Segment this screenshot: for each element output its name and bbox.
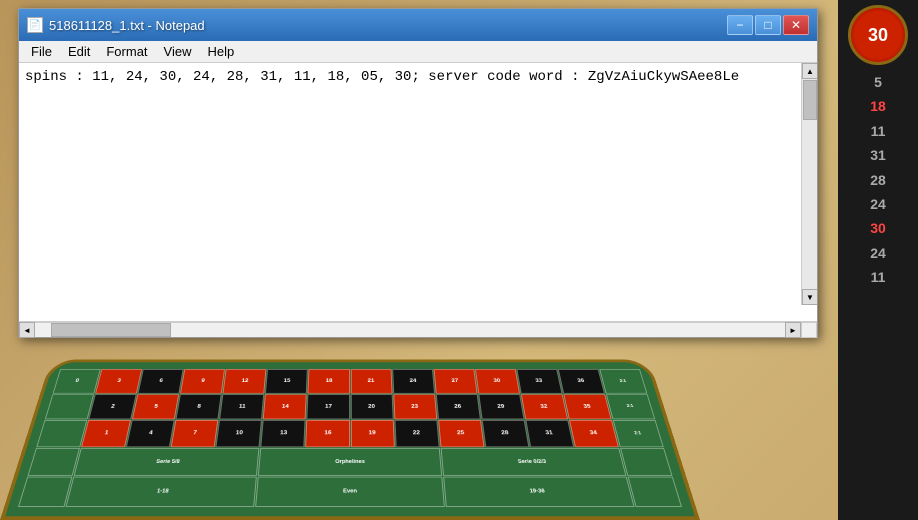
roulette-cell: 28 — [482, 420, 529, 447]
roulette-table: 0 3 6 9 12 15 18 21 24 27 30 33 36 2:1 2… — [0, 360, 700, 520]
scroll-down-arrow[interactable]: ▼ — [802, 289, 817, 305]
roulette-cell: 10 — [216, 420, 262, 447]
scroll-v-thumb[interactable] — [803, 80, 817, 120]
roulette-cell — [36, 420, 87, 447]
title-bar-left: 📄 518611128_1.txt - Notepad — [27, 17, 205, 33]
roulette-cell: 13 — [261, 420, 306, 447]
roulette-cell — [18, 477, 72, 507]
notepad-window: 📄 518611128_1.txt - Notepad − □ ✕ File E… — [18, 8, 818, 338]
roulette-cell: 33 — [516, 369, 562, 393]
wheel-number-1: 5 — [874, 71, 882, 93]
roulette-cell: 29 — [478, 394, 524, 419]
roulette-cell: 7 — [171, 420, 218, 447]
roulette-cell: 8 — [176, 394, 222, 419]
menu-view[interactable]: View — [156, 42, 200, 61]
wheel-number-5: 28 — [870, 169, 886, 191]
roulette-cell: 35 — [563, 394, 611, 419]
menu-format[interactable]: Format — [98, 42, 155, 61]
roulette-cell: Serie 5/8 — [74, 448, 260, 476]
roulette-cell: 3 — [95, 369, 142, 393]
roulette-cell: 31 — [525, 420, 574, 447]
vertical-scrollbar[interactable]: ▲ ▼ — [801, 63, 817, 305]
roulette-cell — [45, 394, 94, 419]
close-button[interactable]: ✕ — [783, 15, 809, 35]
roulette-cell — [628, 477, 682, 507]
roulette-cell: 6 — [138, 369, 184, 393]
roulette-cell: Serie 0/2/3 — [440, 448, 626, 476]
roulette-cell: 36 — [558, 369, 605, 393]
roulette-cell: 2:1 — [613, 420, 664, 447]
roulette-grid: 0 3 6 9 12 15 18 21 24 27 30 33 36 2:1 2… — [18, 369, 682, 507]
roulette-cell: 1-18 — [65, 477, 257, 507]
roulette-cell: 25 — [438, 420, 484, 447]
roulette-cell: 24 — [392, 369, 435, 393]
scroll-h-track[interactable] — [35, 322, 785, 337]
roulette-cell: 16 — [306, 420, 350, 447]
menu-file[interactable]: File — [23, 42, 60, 61]
roulette-cell: Orphelines — [258, 448, 442, 476]
roulette-cell: 21 — [350, 369, 392, 393]
roulette-cell: 11 — [219, 394, 264, 419]
roulette-cell: 27 — [433, 369, 477, 393]
scroll-left-arrow[interactable]: ◄ — [19, 322, 35, 338]
notepad-icon: 📄 — [27, 17, 43, 33]
wheel-current-number: 30 — [868, 25, 888, 46]
wheel-circle: 30 — [848, 5, 908, 65]
roulette-cell: 14 — [263, 394, 307, 419]
roulette-cell — [620, 448, 673, 476]
title-bar-controls: − □ ✕ — [727, 15, 809, 35]
roulette-cell: 26 — [436, 394, 481, 419]
roulette-cell: 5 — [132, 394, 179, 419]
editor-content[interactable]: spins : 11, 24, 30, 24, 28, 31, 11, 18, … — [19, 63, 817, 321]
roulette-cell: 34 — [569, 420, 619, 447]
roulette-cell: 30 — [475, 369, 520, 393]
scroll-h-thumb[interactable] — [51, 323, 171, 337]
wheel-number-7: 30 — [870, 217, 886, 239]
minimize-button[interactable]: − — [727, 15, 753, 35]
roulette-cell: 12 — [223, 369, 267, 393]
roulette-cell: 15 — [265, 369, 308, 393]
roulette-cell: 2:1 — [606, 394, 655, 419]
menu-bar: File Edit Format View Help — [19, 41, 817, 63]
menu-edit[interactable]: Edit — [60, 42, 98, 61]
title-bar: 📄 518611128_1.txt - Notepad − □ ✕ — [19, 9, 817, 41]
roulette-cell: 1 — [81, 420, 131, 447]
wheel-side-panel: 30 5 18 11 31 28 24 30 24 11 — [838, 0, 918, 520]
roulette-cell: 23 — [393, 394, 437, 419]
maximize-button[interactable]: □ — [755, 15, 781, 35]
wheel-number-8: 24 — [870, 242, 886, 264]
horizontal-scrollbar-row: ◄ ► — [19, 321, 817, 337]
roulette-cell: 22 — [394, 420, 439, 447]
scroll-corner — [801, 322, 817, 338]
wheel-number-3: 11 — [871, 120, 886, 142]
editor-text: spins : 11, 24, 30, 24, 28, 31, 11, 18, … — [25, 67, 811, 88]
roulette-cell: 2 — [88, 394, 136, 419]
wheel-number-6: 24 — [870, 193, 886, 215]
roulette-cell: 20 — [350, 394, 393, 419]
roulette-cell — [27, 448, 80, 476]
roulette-cell: 2:1 — [599, 369, 647, 393]
roulette-cell: 0 — [53, 369, 101, 393]
roulette-cell: 17 — [307, 394, 350, 419]
roulette-cell: 19-36 — [443, 477, 635, 507]
wheel-number-4: 31 — [870, 144, 886, 166]
scroll-right-arrow[interactable]: ► — [785, 322, 801, 338]
roulette-cell: 18 — [308, 369, 350, 393]
roulette-cell: 19 — [350, 420, 394, 447]
scroll-v-track[interactable] — [802, 79, 817, 289]
roulette-cell: 32 — [521, 394, 568, 419]
window-title: 518611128_1.txt - Notepad — [49, 18, 205, 33]
roulette-cell: 4 — [126, 420, 175, 447]
wheel-number-2: 18 — [870, 95, 886, 117]
wheel-number-9: 11 — [871, 266, 886, 288]
menu-help[interactable]: Help — [199, 42, 242, 61]
roulette-cell: Even — [255, 477, 444, 507]
roulette-cell: 9 — [180, 369, 225, 393]
scroll-up-arrow[interactable]: ▲ — [802, 63, 817, 79]
